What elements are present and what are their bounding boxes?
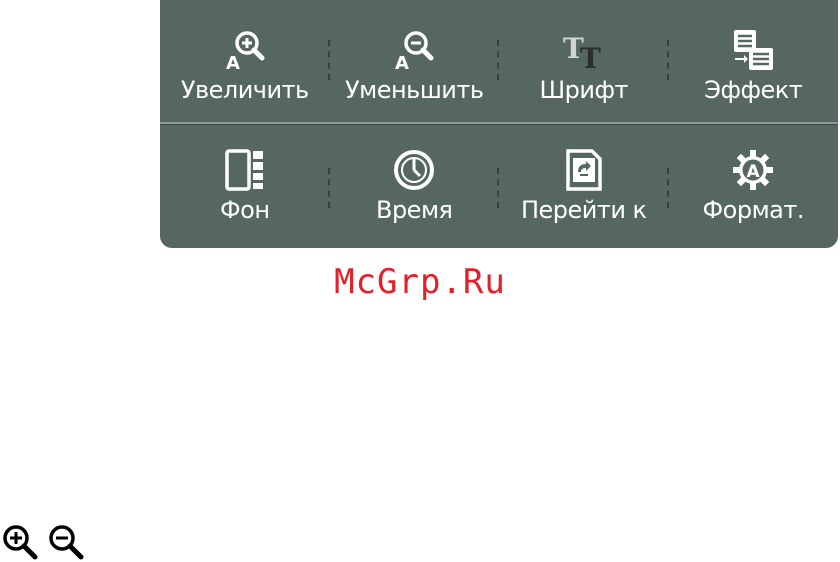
goto-label: Перейти к — [520, 196, 647, 224]
format-button[interactable]: A Формат. — [669, 126, 839, 244]
background-icon — [225, 149, 263, 191]
zoom-out-icon — [49, 525, 84, 560]
font-label: Шрифт — [539, 76, 629, 104]
goto-button[interactable]: Перейти к — [499, 126, 669, 244]
goto-icon — [566, 149, 602, 191]
font-button[interactable]: T T Шрифт — [499, 0, 669, 118]
font-icon: T T — [563, 32, 601, 72]
effect-button[interactable]: Эффект — [669, 0, 839, 118]
zoom-out-icon: A — [395, 31, 434, 72]
toolbar-row-2: Фон Время Перейти к A Формат. — [160, 126, 838, 244]
svg-text:A: A — [395, 53, 409, 72]
time-label: Время — [375, 196, 453, 224]
clock-icon — [394, 150, 435, 190]
watermark-text: McGrp.Ru — [334, 262, 506, 302]
effect-icon — [734, 30, 774, 70]
zoom-in-icon — [3, 525, 38, 560]
background-label: Фон — [219, 196, 270, 224]
background-button[interactable]: Фон — [160, 126, 330, 244]
svg-text:T: T — [580, 42, 601, 72]
zoom-out-label: Уменьшить — [344, 76, 484, 104]
toolbar-row-1: A Увеличить A Уменьшить T T Шрифт Эффект — [160, 0, 838, 118]
time-button[interactable]: Время — [330, 126, 499, 244]
zoom-in-label: Увеличить — [180, 76, 309, 104]
effect-label: Эффект — [704, 76, 803, 104]
row-divider — [160, 122, 838, 125]
format-gear-icon: A — [733, 150, 774, 190]
svg-text:A: A — [226, 53, 240, 72]
zoom-icons-legend — [0, 522, 86, 562]
zoom-in-icon: A — [226, 31, 265, 72]
zoom-in-button[interactable]: A Увеличить — [160, 0, 330, 118]
format-label: Формат. — [702, 196, 805, 224]
svg-text:A: A — [747, 162, 761, 182]
zoom-out-button[interactable]: A Уменьшить — [330, 0, 499, 118]
toolbar-panel: A Увеличить A Уменьшить T T Шрифт Эффект… — [160, 0, 838, 248]
